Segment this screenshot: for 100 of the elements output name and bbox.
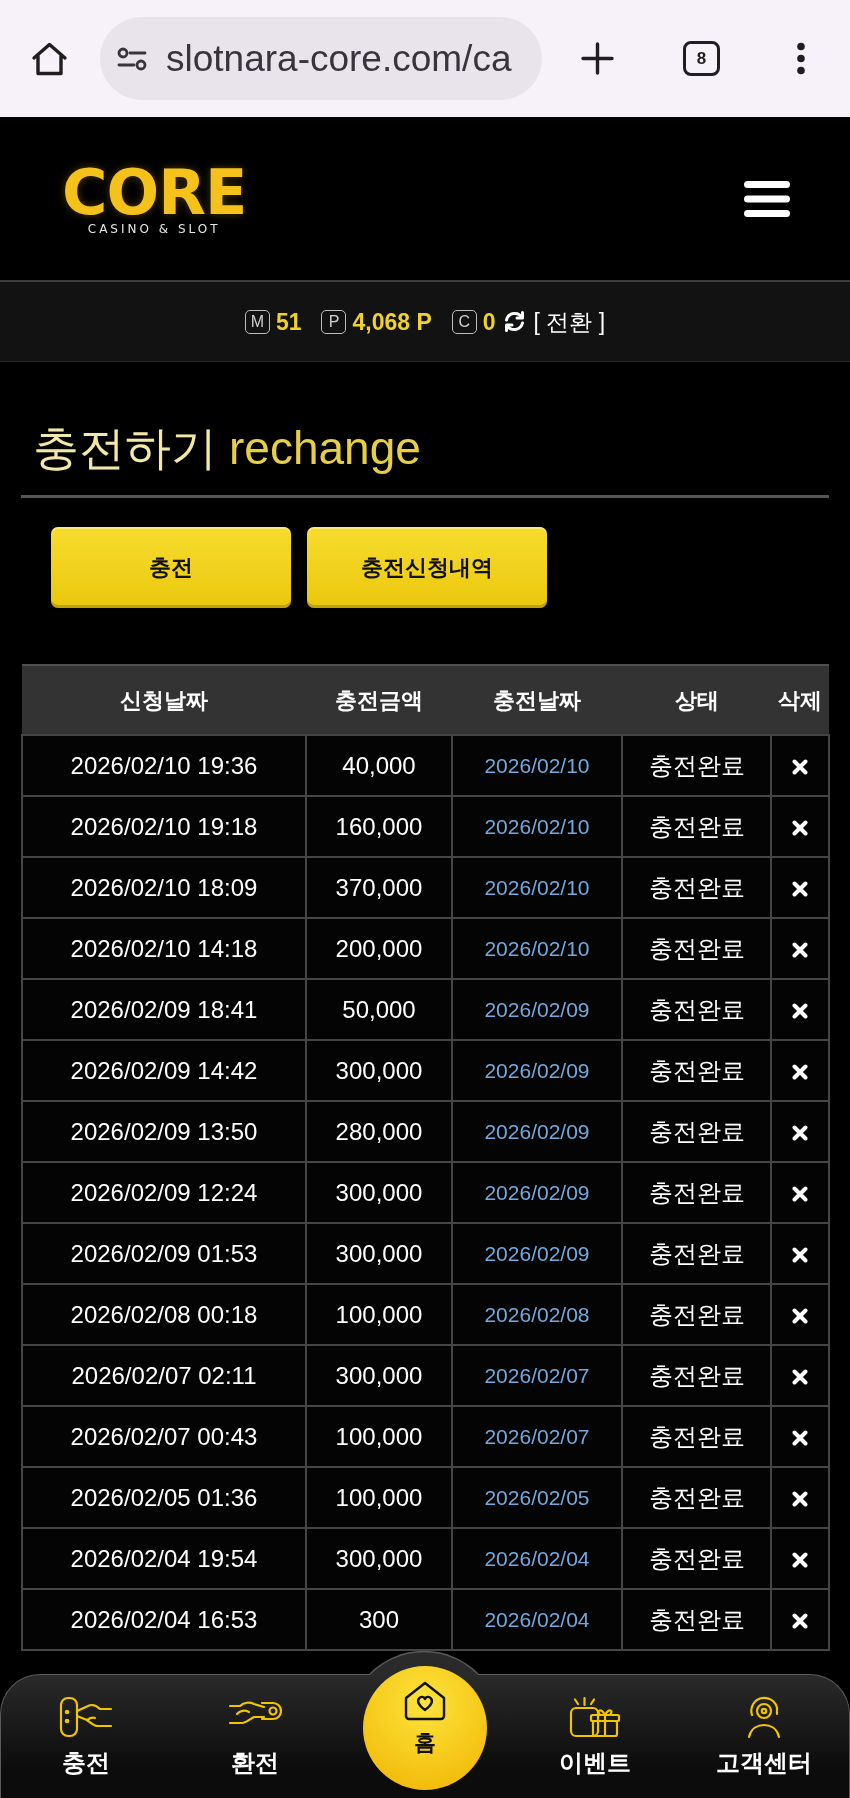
action-button[interactable]: 충전신청내역 (307, 527, 547, 608)
table-cell: 충전완료 (622, 1162, 771, 1223)
table-cell: 300,000 (306, 1162, 452, 1223)
balance-value: 51 (275, 307, 302, 336)
logo-tagline: CASINO & SLOT (87, 221, 221, 236)
nav-tab[interactable]: 충전 (1, 1675, 171, 1798)
plus-icon[interactable] (581, 42, 614, 75)
cross-icon[interactable] (792, 1613, 808, 1630)
cross-icon[interactable] (792, 1430, 808, 1447)
tab-count-button[interactable]: 8 (683, 41, 720, 76)
table-cell: 2026/02/09 12:24 (22, 1162, 306, 1223)
table-cell: 280,000 (306, 1101, 452, 1162)
house-heart-icon (402, 1680, 448, 1722)
table-cell: 200,000 (306, 918, 452, 979)
cross-icon[interactable] (792, 1247, 808, 1264)
table-cell: 충전완료 (622, 1284, 771, 1345)
table-cell: 100,000 (306, 1284, 452, 1345)
table-cell: 2026/02/09 13:50 (22, 1101, 306, 1162)
table-cell: 충전완료 (622, 918, 771, 979)
address-bar[interactable]: slotnara-core.com/ca (100, 17, 542, 100)
gift-icon (567, 1695, 622, 1739)
table-cell: 2026/02/10 19:36 (22, 735, 306, 796)
cross-icon[interactable] (792, 1064, 808, 1081)
column-header: 충전금액 (306, 665, 452, 735)
table-cell: 충전완료 (622, 1223, 771, 1284)
refresh-icon[interactable] (502, 310, 526, 333)
cross-icon[interactable] (792, 820, 808, 837)
cross-icon[interactable] (792, 1186, 808, 1203)
table-cell: 충전완료 (622, 1040, 771, 1101)
table-cell: 300,000 (306, 1040, 452, 1101)
cross-icon[interactable] (792, 1552, 808, 1569)
table-cell: 충전완료 (622, 1345, 771, 1406)
home-button[interactable]: 홈 (363, 1666, 487, 1790)
table-cell: 충전완료 (622, 1101, 771, 1162)
table-cell: 2026/02/09 (452, 1101, 622, 1162)
table-cell: 2026/02/04 (452, 1589, 622, 1650)
table-cell: 50,000 (306, 979, 452, 1040)
logo-wordmark: CORE (62, 165, 247, 220)
page-title: 충전하기 (33, 422, 217, 474)
convert-link[interactable]: [ 전환 ] (533, 307, 606, 336)
table-cell: 40,000 (306, 735, 452, 796)
more-icon[interactable] (794, 42, 808, 75)
column-header: 충전날짜 (452, 665, 622, 735)
table-cell: 100,000 (306, 1467, 452, 1528)
table-cell: 2026/02/07 00:43 (22, 1406, 306, 1467)
table-cell: 2026/02/09 (452, 1162, 622, 1223)
nav-tab[interactable]: 이벤트 (509, 1675, 680, 1798)
sliders-icon[interactable] (117, 46, 147, 71)
table-cell: 2026/02/04 16:53 (22, 1589, 306, 1650)
cross-icon[interactable] (792, 1491, 808, 1508)
currency-mark: P (321, 309, 347, 334)
table-cell: 2026/02/09 14:42 (22, 1040, 306, 1101)
table-cell: 충전완료 (622, 979, 771, 1040)
table-cell: 2026/02/09 01:53 (22, 1223, 306, 1284)
nav-tab[interactable]: 환전 (170, 1675, 341, 1798)
table-cell: 2026/02/10 (452, 857, 622, 918)
cross-icon[interactable] (792, 942, 808, 959)
table-cell: 충전완료 (622, 1528, 771, 1589)
currency-mark: C (451, 309, 477, 334)
nav-tab[interactable]: 고객센터 (679, 1675, 849, 1798)
table-cell: 2026/02/09 (452, 1223, 622, 1284)
table-cell: 100,000 (306, 1406, 452, 1467)
table-cell: 2026/02/04 (452, 1528, 622, 1589)
table-cell: 300 (306, 1589, 452, 1650)
column-header: 상태 (622, 665, 771, 735)
table-cell: 2026/02/10 (452, 918, 622, 979)
action-button[interactable]: 충전 (51, 527, 291, 608)
table-cell: 2026/02/10 (452, 796, 622, 857)
table-cell: 2026/02/09 18:41 (22, 979, 306, 1040)
cross-icon[interactable] (792, 1308, 808, 1325)
menu-icon[interactable] (744, 180, 790, 217)
table-cell: 300,000 (306, 1223, 452, 1284)
page-subtitle: rechange (229, 422, 421, 474)
table-cell: 300,000 (306, 1528, 452, 1589)
table-cell: 충전완료 (622, 735, 771, 796)
table-cell: 300,000 (306, 1345, 452, 1406)
cross-icon[interactable] (792, 881, 808, 898)
table-cell: 2026/02/10 18:09 (22, 857, 306, 918)
table-cell: 2026/02/09 (452, 979, 622, 1040)
home-icon[interactable] (31, 40, 68, 77)
balance-value: 4,068 P (352, 307, 432, 336)
url-text: slotnara-core.com/ca (166, 36, 512, 81)
cross-icon[interactable] (792, 759, 808, 776)
table-cell: 2026/02/07 02:11 (22, 1345, 306, 1406)
table-cell: 충전완료 (622, 1406, 771, 1467)
column-header: 삭제 (771, 665, 829, 735)
hand-card-icon (58, 1695, 113, 1739)
table-cell: 2026/02/10 (452, 735, 622, 796)
table-cell: 2026/02/10 14:18 (22, 918, 306, 979)
table-cell: 충전완료 (622, 1589, 771, 1650)
cross-icon[interactable] (792, 1369, 808, 1386)
table-cell: 충전완료 (622, 796, 771, 857)
balance-value: 0 (482, 307, 496, 336)
table-cell: 2026/02/07 (452, 1345, 622, 1406)
table-cell: 2026/02/08 00:18 (22, 1284, 306, 1345)
table-cell: 충전완료 (622, 857, 771, 918)
cross-icon[interactable] (792, 1003, 808, 1020)
table-cell: 2026/02/10 19:18 (22, 796, 306, 857)
cross-icon[interactable] (792, 1125, 808, 1142)
table-cell: 2026/02/04 19:54 (22, 1528, 306, 1589)
